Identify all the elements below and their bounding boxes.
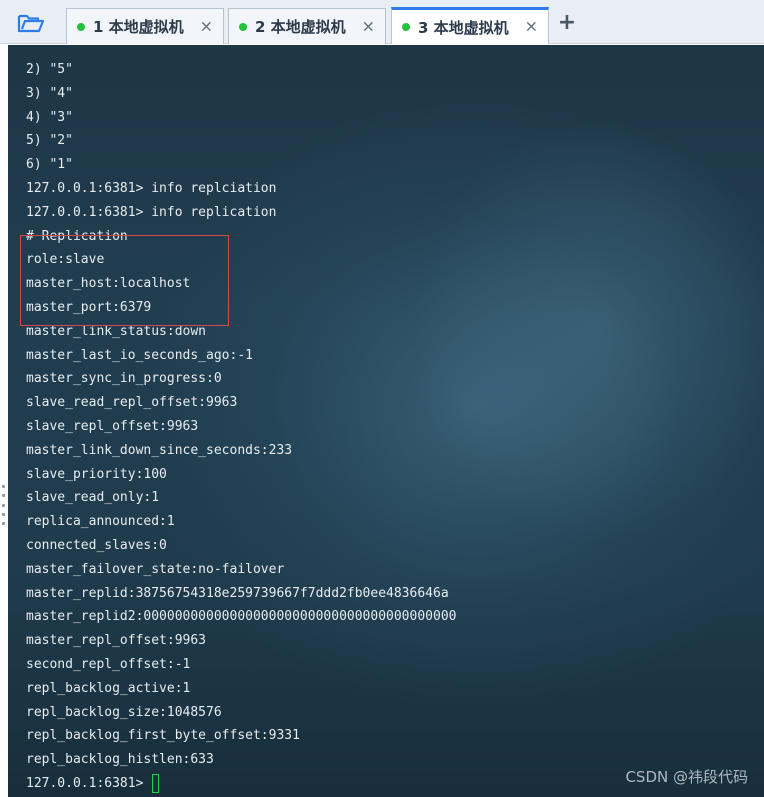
tab-number: 3 [418, 18, 429, 37]
resize-grip[interactable] [2, 485, 5, 525]
terminal-line: 5) "2" [26, 133, 73, 149]
tab-label: 1 本地虚拟机 [93, 16, 184, 37]
terminal-line: 127.0.0.1:6381> info replication [26, 204, 277, 220]
watermark: CSDN @祎段代码 [625, 768, 748, 786]
terminal-line: slave_read_repl_offset:9963 [26, 395, 238, 411]
terminal-line: 6) "1" [26, 157, 73, 173]
grip-dot [2, 512, 5, 516]
terminal-line: role:slave [26, 252, 105, 268]
terminal-output: 2) "5" 3) "4" 4) "3" 5) "2" 6) "1" 127.0.0.1:… [26, 58, 456, 796]
terminal-line: master_failover_state:no-failover [26, 561, 285, 577]
close-icon[interactable]: × [200, 18, 213, 34]
terminal-line: 4) "3" [26, 109, 73, 125]
tab-session-2[interactable]: 2 本地虚拟机 × [228, 8, 386, 44]
connected-status-dot [239, 22, 247, 31]
tab-session-3[interactable]: 3 本地虚拟机 × [391, 7, 549, 44]
terminal-line: slave_repl_offset:9963 [26, 418, 199, 434]
connected-status-dot [402, 23, 410, 31]
terminal-line: connected_slaves:0 [26, 537, 167, 553]
terminal-line: slave_read_only:1 [26, 490, 160, 506]
new-tab-button[interactable]: + [556, 12, 578, 34]
tab-bar: 1 本地虚拟机 × 2 本地虚拟机 × 3 本地虚拟机 × + [0, 0, 764, 44]
terminal-prompt-line[interactable]: 127.0.0.1:6381> [26, 772, 456, 796]
terminal-line: master_replid:38756754318e259739667f7ddd… [26, 585, 449, 601]
terminal-line: master_repl_offset:9963 [26, 633, 207, 649]
terminal-line: second_repl_offset:-1 [26, 656, 191, 672]
grip-dot [2, 503, 5, 507]
terminal-line: # Replication [26, 228, 128, 244]
terminal-line: master_link_status:down [26, 323, 207, 339]
connected-status-dot [77, 22, 85, 31]
text-cursor [152, 773, 160, 793]
tab-title: 本地虚拟机 [433, 18, 509, 37]
terminal-line: 127.0.0.1:6381> info replciation [26, 180, 277, 196]
terminal-line: repl_backlog_first_byte_offset:9331 [26, 728, 300, 744]
terminal-line: master_host:localhost [26, 276, 191, 292]
terminal-line: 3) "4" [26, 85, 73, 101]
terminal-line: master_replid2:0000000000000000000000000… [26, 609, 457, 625]
open-session-button[interactable] [14, 9, 48, 37]
terminal-line: master_sync_in_progress:0 [26, 371, 222, 387]
prompt-text: 127.0.0.1:6381> [26, 775, 152, 791]
terminal-line: master_port:6379 [26, 299, 152, 315]
terminal-line: master_link_down_since_seconds:233 [26, 442, 293, 458]
tab-number: 2 [255, 18, 266, 36]
terminal-line: replica_announced:1 [26, 514, 175, 530]
terminal-line: 2) "5" [26, 62, 73, 77]
tab-number: 1 [93, 18, 104, 36]
tab-label: 2 本地虚拟机 [255, 16, 346, 37]
terminal-line: slave_priority:100 [26, 466, 167, 482]
grip-dot [2, 485, 5, 488]
terminal-pane[interactable]: 2) "5" 3) "4" 4) "3" 5) "2" 6) "1" 127.0.0.1:… [8, 45, 764, 797]
grip-dot [2, 522, 5, 525]
close-icon[interactable]: × [362, 18, 375, 34]
close-icon[interactable]: × [525, 18, 538, 35]
folder-open-icon [17, 14, 45, 33]
tab-title: 本地虚拟机 [108, 18, 184, 36]
tab-label: 3 本地虚拟机 [418, 17, 509, 38]
tab-session-1[interactable]: 1 本地虚拟机 × [66, 8, 224, 44]
terminal-line: repl_backlog_size:1048576 [26, 704, 222, 720]
grip-dot [2, 494, 5, 498]
terminal-line: repl_backlog_histlen:633 [26, 752, 214, 768]
terminal-app-window: 1 本地虚拟机 × 2 本地虚拟机 × 3 本地虚拟机 × + 2) "5" 3… [0, 0, 764, 797]
terminal-line: repl_backlog_active:1 [26, 680, 191, 696]
tab-title: 本地虚拟机 [270, 18, 346, 36]
terminal-line: master_last_io_seconds_ago:-1 [26, 347, 253, 363]
